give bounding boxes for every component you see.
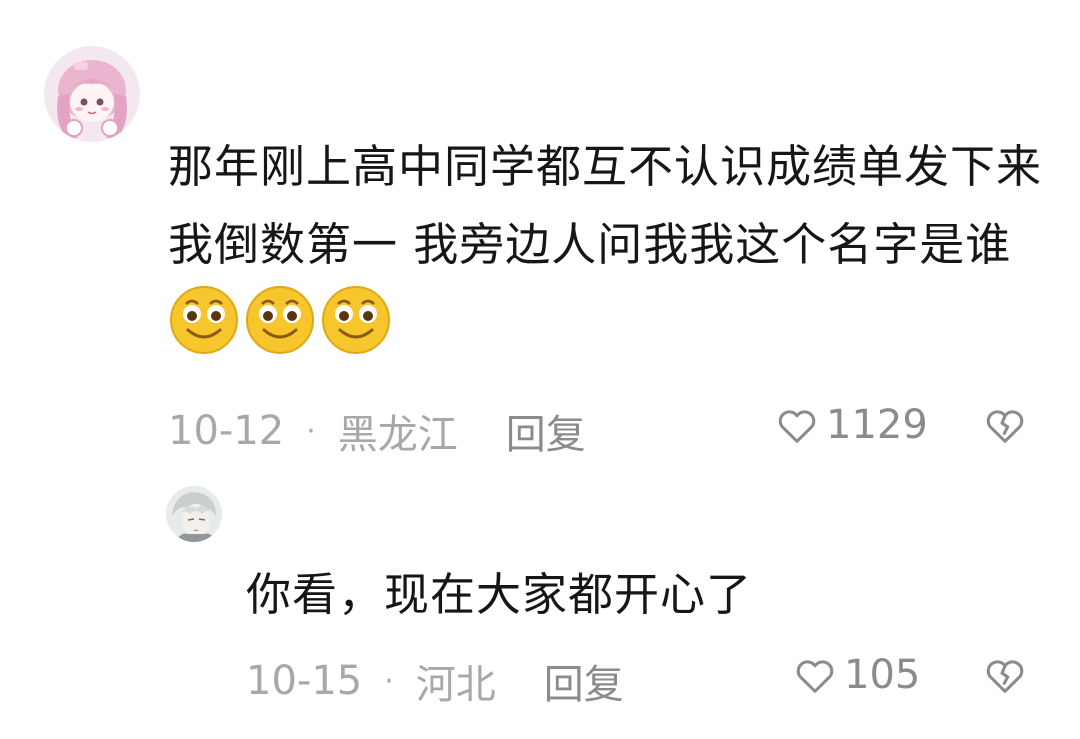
anime-boy-avatar-icon xyxy=(166,486,222,542)
like-count: 1129 xyxy=(826,402,928,448)
reply-like-count: 105 xyxy=(844,652,921,698)
reply-meta: 10-15 · 河北 回复 xyxy=(246,652,624,710)
reply-button[interactable]: 回复 xyxy=(506,402,586,460)
grin-emoji-icon xyxy=(244,284,316,356)
like-button[interactable]: 1129 xyxy=(774,402,928,448)
comment-body: 那年刚上高中同学都互不认识成绩单发下来我倒数第一 我旁边人问我我这个名字是谁 xyxy=(168,128,1048,366)
comment-text: 那年刚上高中同学都互不认识成绩单发下来我倒数第一 我旁边人问我我这个名字是谁 xyxy=(168,140,1043,271)
reply-like-button[interactable]: 105 xyxy=(792,652,920,698)
comment-date: 10-12 xyxy=(168,408,285,454)
broken-heart-icon[interactable] xyxy=(982,652,1028,698)
meta-separator: · xyxy=(306,413,316,449)
meta-separator: · xyxy=(384,663,394,699)
heart-icon xyxy=(778,410,816,443)
reply-date: 10-15 xyxy=(246,658,363,704)
grin-emoji-icon xyxy=(320,284,392,356)
commenter-avatar[interactable] xyxy=(44,46,140,142)
reply-text: 你看，现在大家都开心了 xyxy=(246,568,753,621)
comment-meta: 10-12 · 黑龙江 回复 xyxy=(168,402,586,460)
anime-girl-avatar-icon xyxy=(44,46,140,142)
heart-icon xyxy=(796,660,834,693)
reply-reply-button[interactable]: 回复 xyxy=(544,652,624,710)
reply-location: 河北 xyxy=(415,662,496,708)
broken-heart-icon[interactable] xyxy=(982,402,1028,448)
grin-emoji-icon xyxy=(168,284,240,356)
comment-location: 黑龙江 xyxy=(337,412,458,458)
reply-avatar[interactable] xyxy=(166,486,222,542)
